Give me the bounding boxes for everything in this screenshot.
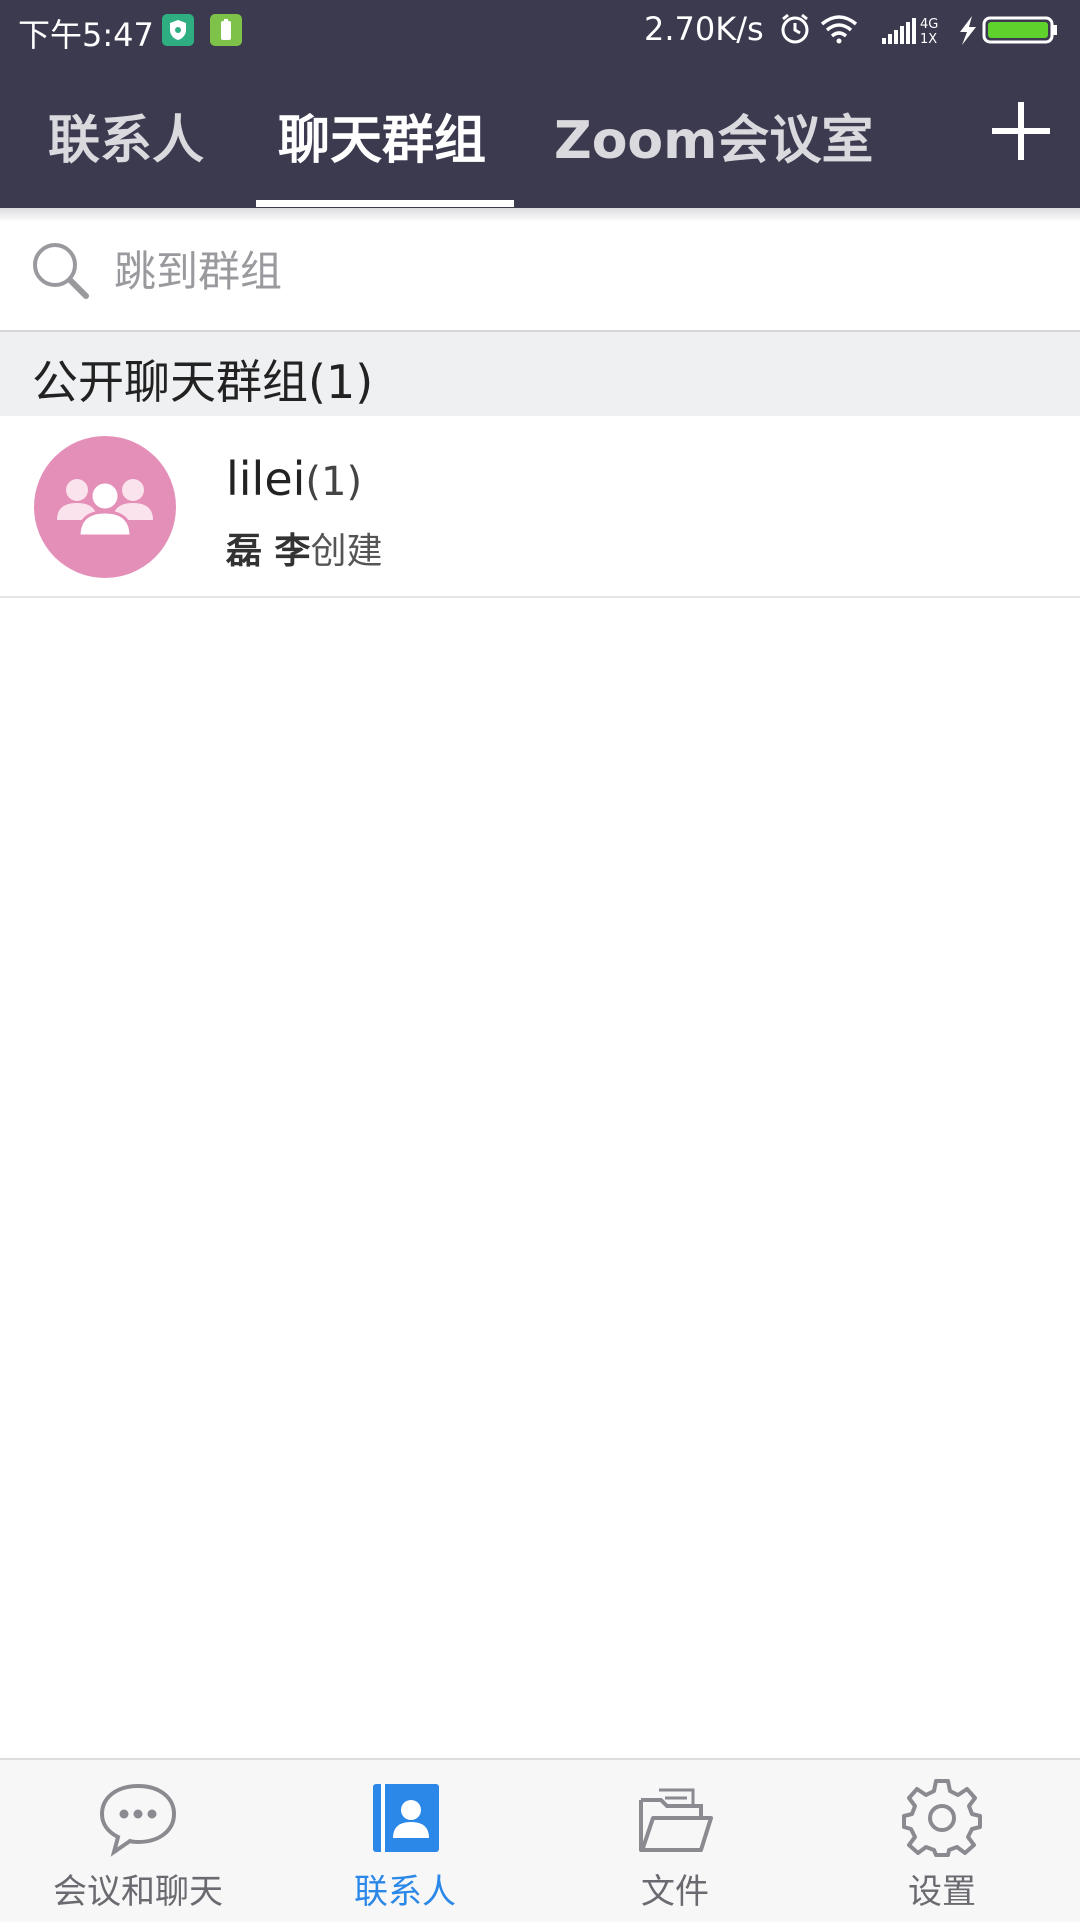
group-name-text: lilei: [226, 452, 306, 506]
bottom-nav: 会议和聊天 联系人 文件 设置: [0, 1758, 1080, 1922]
search-input[interactable]: [112, 238, 1016, 304]
nav-label-meetings-chat: 会议和聊天: [53, 1872, 223, 1912]
contacts-icon: [373, 1784, 439, 1852]
nav-label-settings: 设置: [908, 1872, 976, 1912]
signal-icon: [882, 18, 916, 44]
plus-icon: [992, 102, 1050, 160]
active-tab-indicator: [256, 200, 514, 207]
top-tab-bar: 联系人 聊天群组 Zoom会议室: [0, 60, 1080, 208]
group-name: lilei(1): [226, 452, 362, 506]
battery-app-icon: [210, 14, 242, 46]
group-creator: 磊 李创建: [226, 522, 383, 574]
status-icons: 4G 1X: [781, 13, 1057, 47]
charging-icon: [960, 16, 976, 45]
alarm-icon: [781, 13, 809, 44]
svg-text:4G: 4G: [920, 17, 938, 32]
tab-zoom-rooms[interactable]: Zoom会议室: [554, 98, 873, 173]
nav-contacts[interactable]: 联系人: [270, 1760, 540, 1922]
created-label: 创建: [310, 531, 383, 572]
chat-bubble-icon: [99, 1783, 177, 1857]
nav-meetings-chat[interactable]: 会议和聊天: [3, 1760, 273, 1922]
group-avatar: [34, 436, 176, 578]
nav-files[interactable]: 文件: [540, 1760, 810, 1922]
wifi-icon: [820, 15, 858, 44]
nav-label-contacts: 联系人: [354, 1872, 456, 1912]
tab-contacts[interactable]: 联系人: [48, 98, 204, 173]
group-list-item[interactable]: lilei(1) 磊 李创建: [0, 416, 1080, 598]
nav-settings[interactable]: 设置: [807, 1760, 1077, 1922]
section-title: 公开聊天群组(1): [32, 355, 374, 409]
section-header: 公开聊天群组(1): [0, 332, 1080, 416]
security-app-icon: [162, 14, 194, 46]
svg-text:1X: 1X: [920, 32, 937, 47]
nav-label-files: 文件: [641, 1872, 709, 1912]
status-bar: 下午5:47 2.70K/s 4G 1X: [0, 0, 1080, 60]
search-bar: [0, 208, 1080, 332]
group-member-count: (1): [305, 459, 363, 505]
tab-chat-groups[interactable]: 聊天群组: [278, 98, 486, 173]
add-button[interactable]: [990, 100, 1052, 162]
battery-icon: [982, 16, 1057, 44]
group-people-icon: [57, 479, 153, 538]
search-icon: [33, 243, 89, 299]
creator-name: 磊 李: [226, 531, 311, 572]
gear-icon: [902, 1779, 982, 1857]
status-time: 下午5:47: [18, 16, 154, 54]
folder-icon: [639, 1788, 713, 1852]
